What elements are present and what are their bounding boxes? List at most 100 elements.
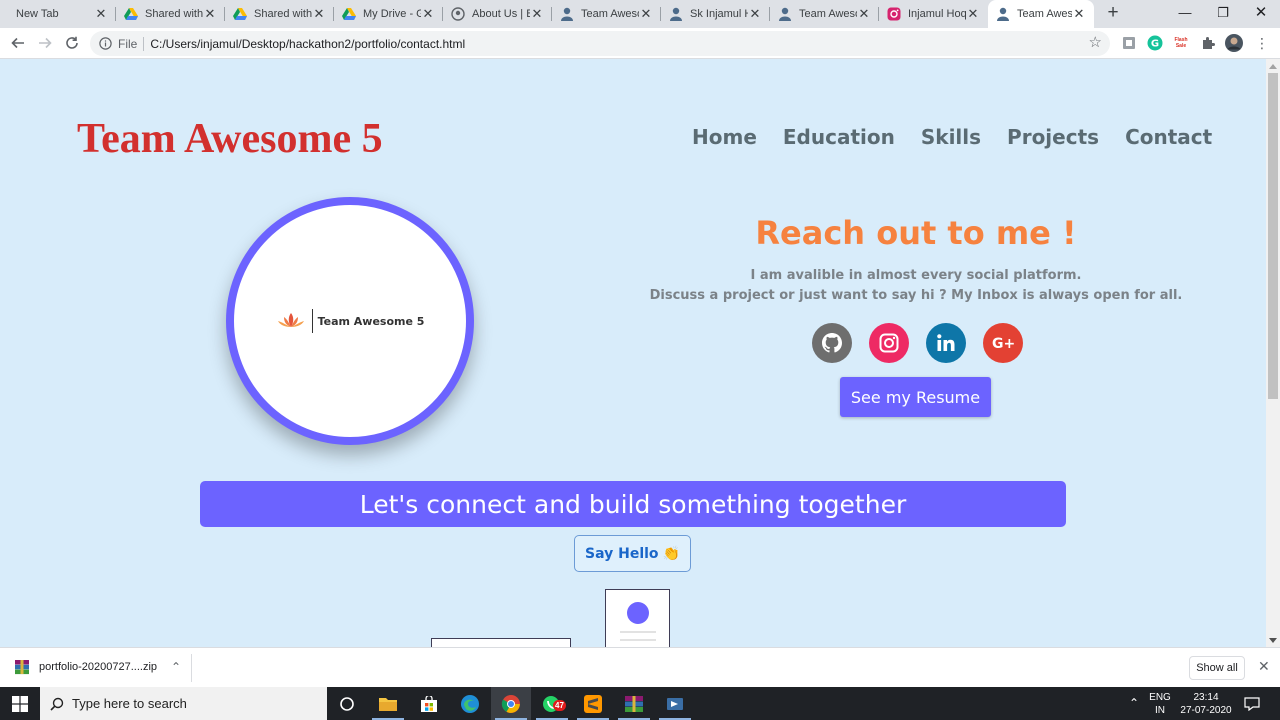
nav-contact[interactable]: Contact [1125,125,1212,149]
tab-6[interactable]: Sk Injamul H ✕ [661,0,770,28]
show-all-downloads-button[interactable]: Show all [1189,656,1245,680]
close-icon[interactable]: ✕ [312,6,326,22]
nav-education[interactable]: Education [783,125,895,149]
tab-7[interactable]: Team Aweso ✕ [770,0,879,28]
avatar[interactable] [1225,34,1243,52]
app-icon[interactable] [655,687,695,720]
nav-home[interactable]: Home [692,125,757,149]
restore-button[interactable]: ❐ [1204,0,1242,28]
nav-skills[interactable]: Skills [921,125,981,149]
tab-1[interactable]: Shared with ✕ [116,0,225,28]
flash-sale-extension-icon[interactable]: Flash Sale [1172,34,1190,52]
svg-text:G: G [1151,39,1159,50]
github-icon[interactable] [812,323,852,363]
tab-8[interactable]: Injamul Hoq ✕ [879,0,988,28]
winrar-icon[interactable] [614,687,654,720]
more-menu-icon[interactable]: ⋮ [1253,34,1271,52]
browser-toolbar: File C:/Users/injamul/Desktop/hackathon2… [0,28,1280,59]
illustration-profile-card [605,589,670,647]
address-bar[interactable]: File C:/Users/injamul/Desktop/hackathon2… [90,31,1110,56]
taskbar-search-box[interactable]: Type here to search [40,687,327,720]
grammarly-icon[interactable]: G [1146,34,1164,52]
scroll-thumb[interactable] [1268,73,1278,399]
google-plus-icon[interactable]: G+ [983,323,1023,363]
linkedin-icon[interactable] [926,323,966,363]
url-scheme: File [118,36,138,51]
illustration-card [431,638,571,647]
clock-date: 27-07-2020 [1180,704,1232,716]
clock-time: 23:14 [1193,691,1219,703]
whatsapp-badge: 47 [553,700,566,711]
svg-text:G+: G+ [992,336,1015,351]
tab-title: Injamul Hoq [908,8,966,20]
clock[interactable]: 23:14 27-07-2020 [1174,687,1238,720]
contact-description: I am avalible in almost every social pla… [620,266,1212,306]
google-drive-icon [233,7,247,21]
url-text[interactable]: C:/Users/injamul/Desktop/hackathon2/port… [150,37,465,51]
person-icon [669,7,683,21]
close-icon[interactable]: ✕ [748,6,762,22]
nav-projects[interactable]: Projects [1007,125,1099,149]
clapping-hands-icon: 👏 [662,545,680,562]
close-icon[interactable]: ✕ [530,6,544,22]
pdf-extension-icon[interactable] [1120,34,1138,52]
site-brand[interactable]: Team Awesome 5 [77,115,383,163]
close-icon[interactable]: ✕ [421,6,435,22]
tab-0[interactable]: New Tab ✕ [0,0,116,28]
tab-9-active[interactable]: Team Aweso ✕ [988,0,1094,28]
store-icon[interactable] [409,687,449,720]
say-hello-button[interactable]: Say Hello 👏 [574,535,691,572]
whatsapp-icon[interactable]: 47 [532,687,572,720]
close-icon[interactable]: ✕ [1072,6,1086,22]
start-button[interactable] [0,687,40,720]
sublime-text-icon[interactable] [573,687,613,720]
cortana-icon[interactable] [327,687,367,720]
social-links: G+ [812,323,1023,363]
tab-title: Shared with [254,8,312,20]
person-icon [778,7,792,21]
reload-icon [66,36,78,49]
download-filename: portfolio-20200727....zip [39,661,158,673]
back-button[interactable] [8,33,28,53]
person-icon [560,7,574,21]
download-item[interactable]: portfolio-20200727....zip ⌃ [14,659,181,675]
page-viewport: Team Awesome 5 Home Education Skills Pro… [0,59,1266,647]
language-primary: ENG [1149,691,1171,703]
reload-button[interactable] [62,33,82,53]
chevron-up-icon[interactable]: ⌃ [171,660,181,674]
instagram-icon[interactable] [869,323,909,363]
chevron-up-icon[interactable]: ⌃ [1126,687,1142,720]
logo-text: Team Awesome 5 [317,314,425,328]
star-icon[interactable]: ☆ [1089,35,1102,51]
minimize-button[interactable]: — [1166,0,1204,28]
new-tab-button[interactable]: + [1102,3,1124,25]
forward-button[interactable] [35,33,55,53]
lotus-icon [277,313,304,327]
tab-3[interactable]: My Drive - G ✕ [334,0,443,28]
see-resume-button[interactable]: See my Resume [840,377,991,417]
windows-taskbar: Type here to search 47 ⌃ ENG IN 23:14 27… [0,687,1280,720]
chrome-icon[interactable] [491,687,531,720]
profile-logo-circle: Team Awesome 5 [226,197,474,445]
info-icon[interactable] [98,37,112,51]
close-icon[interactable]: ✕ [639,6,653,22]
close-icon[interactable]: ✕ [857,6,871,22]
scroll-down-icon[interactable] [1269,638,1277,643]
edge-browser-icon[interactable] [450,687,490,720]
input-language-indicator[interactable]: ENG IN [1146,687,1174,720]
notification-center-icon[interactable] [1240,687,1264,720]
page-scrollbar[interactable] [1266,59,1280,647]
window-close-button[interactable]: ✕ [1242,0,1280,28]
scroll-up-icon[interactable] [1269,64,1277,69]
tab-title: My Drive - G [363,8,421,20]
tab-2[interactable]: Shared with ✕ [225,0,334,28]
extensions-puzzle-icon[interactable] [1199,34,1217,52]
tab-5[interactable]: Team Aweso ✕ [552,0,661,28]
file-explorer-icon[interactable] [368,687,408,720]
tab-4[interactable]: About Us | B ✕ [443,0,552,28]
close-icon[interactable]: ✕ [966,6,980,22]
search-placeholder: Type here to search [72,696,187,711]
close-icon[interactable]: ✕ [1258,658,1270,675]
close-icon[interactable]: ✕ [94,6,108,22]
close-icon[interactable]: ✕ [203,6,217,22]
